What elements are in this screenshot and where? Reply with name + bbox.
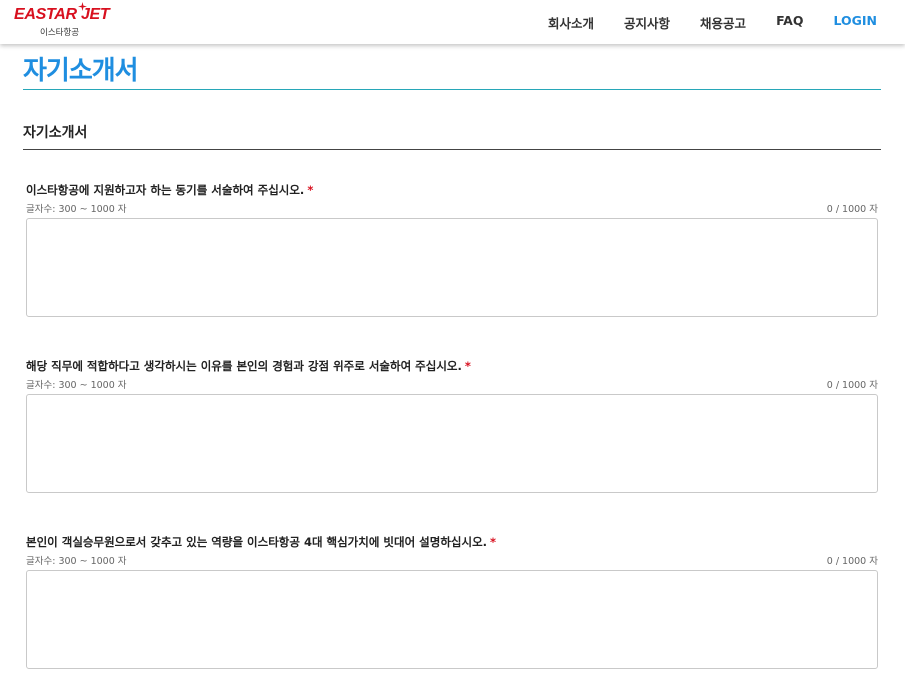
question-label: 본인이 객실승무원으로서 갖추고 있는 역량을 이스타항공 4대 핵심가치에 빗… bbox=[26, 534, 878, 551]
site-header: EASTAR JET 이스타항공 회사소개 공지사항 채용공고 FAQ LOGI… bbox=[0, 0, 905, 44]
question-meta: 글자수: 300 ~ 1000 자 0 / 1000 자 bbox=[26, 553, 878, 569]
question-label: 이스타항공에 지원하고자 하는 동기를 서술하여 주십시오. * bbox=[26, 182, 878, 199]
char-counter: 0 / 1000 자 bbox=[826, 204, 878, 215]
nav-notice[interactable]: 공지사항 bbox=[624, 13, 670, 32]
question-text: 이스타항공에 지원하고자 하는 동기를 서술하여 주십시오. bbox=[26, 183, 305, 197]
required-mark: * bbox=[307, 183, 314, 197]
char-counter: 0 / 1000 자 bbox=[826, 556, 878, 567]
char-limit-hint: 글자수: 300 ~ 1000 자 bbox=[26, 204, 127, 215]
question-label: 해당 직무에 적합하다고 생각하시는 이유를 본인의 경험과 강점 위주로 서술… bbox=[26, 358, 878, 375]
nav-faq[interactable]: FAQ bbox=[776, 13, 803, 32]
char-limit-hint: 글자수: 300 ~ 1000 자 bbox=[26, 556, 127, 567]
logo-wordmark: EASTAR JET bbox=[14, 6, 110, 23]
required-mark: * bbox=[464, 359, 471, 373]
answer-textarea-competency[interactable] bbox=[26, 570, 878, 669]
login-link[interactable]: LOGIN bbox=[833, 13, 877, 32]
page-title: 자기소개서 bbox=[23, 56, 139, 86]
nav-company[interactable]: 회사소개 bbox=[548, 13, 594, 32]
logo-star-icon bbox=[78, 2, 87, 11]
char-limit-hint: 글자수: 300 ~ 1000 자 bbox=[26, 380, 127, 391]
question-motivation: 이스타항공에 지원하고자 하는 동기를 서술하여 주십시오. * 글자수: 300… bbox=[26, 182, 878, 317]
question-meta: 글자수: 300 ~ 1000 자 0 / 1000 자 bbox=[26, 201, 878, 217]
required-mark: * bbox=[490, 535, 497, 549]
main-nav: 회사소개 공지사항 채용공고 FAQ LOGIN bbox=[518, 13, 877, 32]
logo-subtitle: 이스타항공 bbox=[40, 28, 80, 38]
question-text: 본인이 객실승무원으로서 갖추고 있는 역량을 이스타항공 4대 핵심가치에 빗… bbox=[26, 535, 488, 549]
title-divider bbox=[23, 89, 881, 90]
question-meta: 글자수: 300 ~ 1000 자 0 / 1000 자 bbox=[26, 377, 878, 393]
question-competency: 본인이 객실승무원으로서 갖추고 있는 역량을 이스타항공 4대 핵심가치에 빗… bbox=[26, 534, 878, 669]
eastar-jet-logo[interactable]: EASTAR JET 이스타항공 bbox=[14, 2, 110, 38]
question-text: 해당 직무에 적합하다고 생각하시는 이유를 본인의 경험과 강점 위주로 서술… bbox=[26, 359, 462, 373]
char-counter: 0 / 1000 자 bbox=[826, 380, 878, 391]
section-divider bbox=[23, 149, 881, 150]
section-title: 자기소개서 bbox=[23, 125, 88, 141]
answer-textarea-motivation[interactable] bbox=[26, 218, 878, 317]
answer-textarea-job-fit[interactable] bbox=[26, 394, 878, 493]
question-job-fit: 해당 직무에 적합하다고 생각하시는 이유를 본인의 경험과 강점 위주로 서술… bbox=[26, 358, 878, 493]
nav-recruit[interactable]: 채용공고 bbox=[700, 13, 746, 32]
